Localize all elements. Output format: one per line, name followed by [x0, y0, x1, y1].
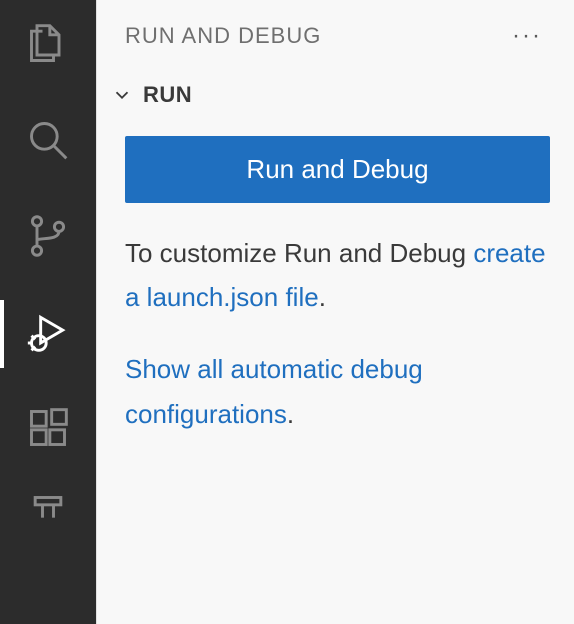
activity-bar [0, 0, 96, 624]
run-section-body: Run and Debug To customize Run and Debug… [97, 118, 574, 436]
files-icon [26, 22, 70, 71]
activity-explorer[interactable] [0, 18, 96, 74]
customize-text-end: . [319, 282, 326, 312]
extensions-icon [26, 406, 70, 455]
show-all-text-end: . [287, 399, 294, 429]
sidebar-more-button[interactable]: ··· [508, 22, 546, 50]
activity-source-control[interactable] [0, 210, 96, 266]
activity-search[interactable] [0, 114, 96, 170]
run-section-header[interactable]: RUN [97, 72, 574, 118]
run-and-debug-button[interactable]: Run and Debug [125, 136, 550, 203]
search-icon [26, 118, 70, 167]
debug-alt-icon [26, 310, 70, 359]
git-branch-icon [26, 214, 70, 263]
activity-more[interactable] [0, 488, 96, 544]
more-icon [26, 492, 70, 541]
show-all-configs-link[interactable]: Show all automatic debug configurations [125, 354, 423, 428]
customize-description: To customize Run and Debug create a laun… [125, 231, 550, 319]
activity-run-debug[interactable] [0, 306, 96, 362]
show-all-description: Show all automatic debug configurations. [125, 347, 550, 435]
run-debug-sidebar: RUN AND DEBUG ··· RUN Run and Debug To c… [96, 0, 574, 624]
sidebar-title: RUN AND DEBUG [125, 23, 321, 49]
chevron-down-icon [111, 84, 133, 106]
run-section-label: RUN [143, 82, 192, 108]
customize-text: To customize Run and Debug [125, 238, 473, 268]
sidebar-header: RUN AND DEBUG ··· [97, 0, 574, 72]
activity-extensions[interactable] [0, 402, 96, 458]
